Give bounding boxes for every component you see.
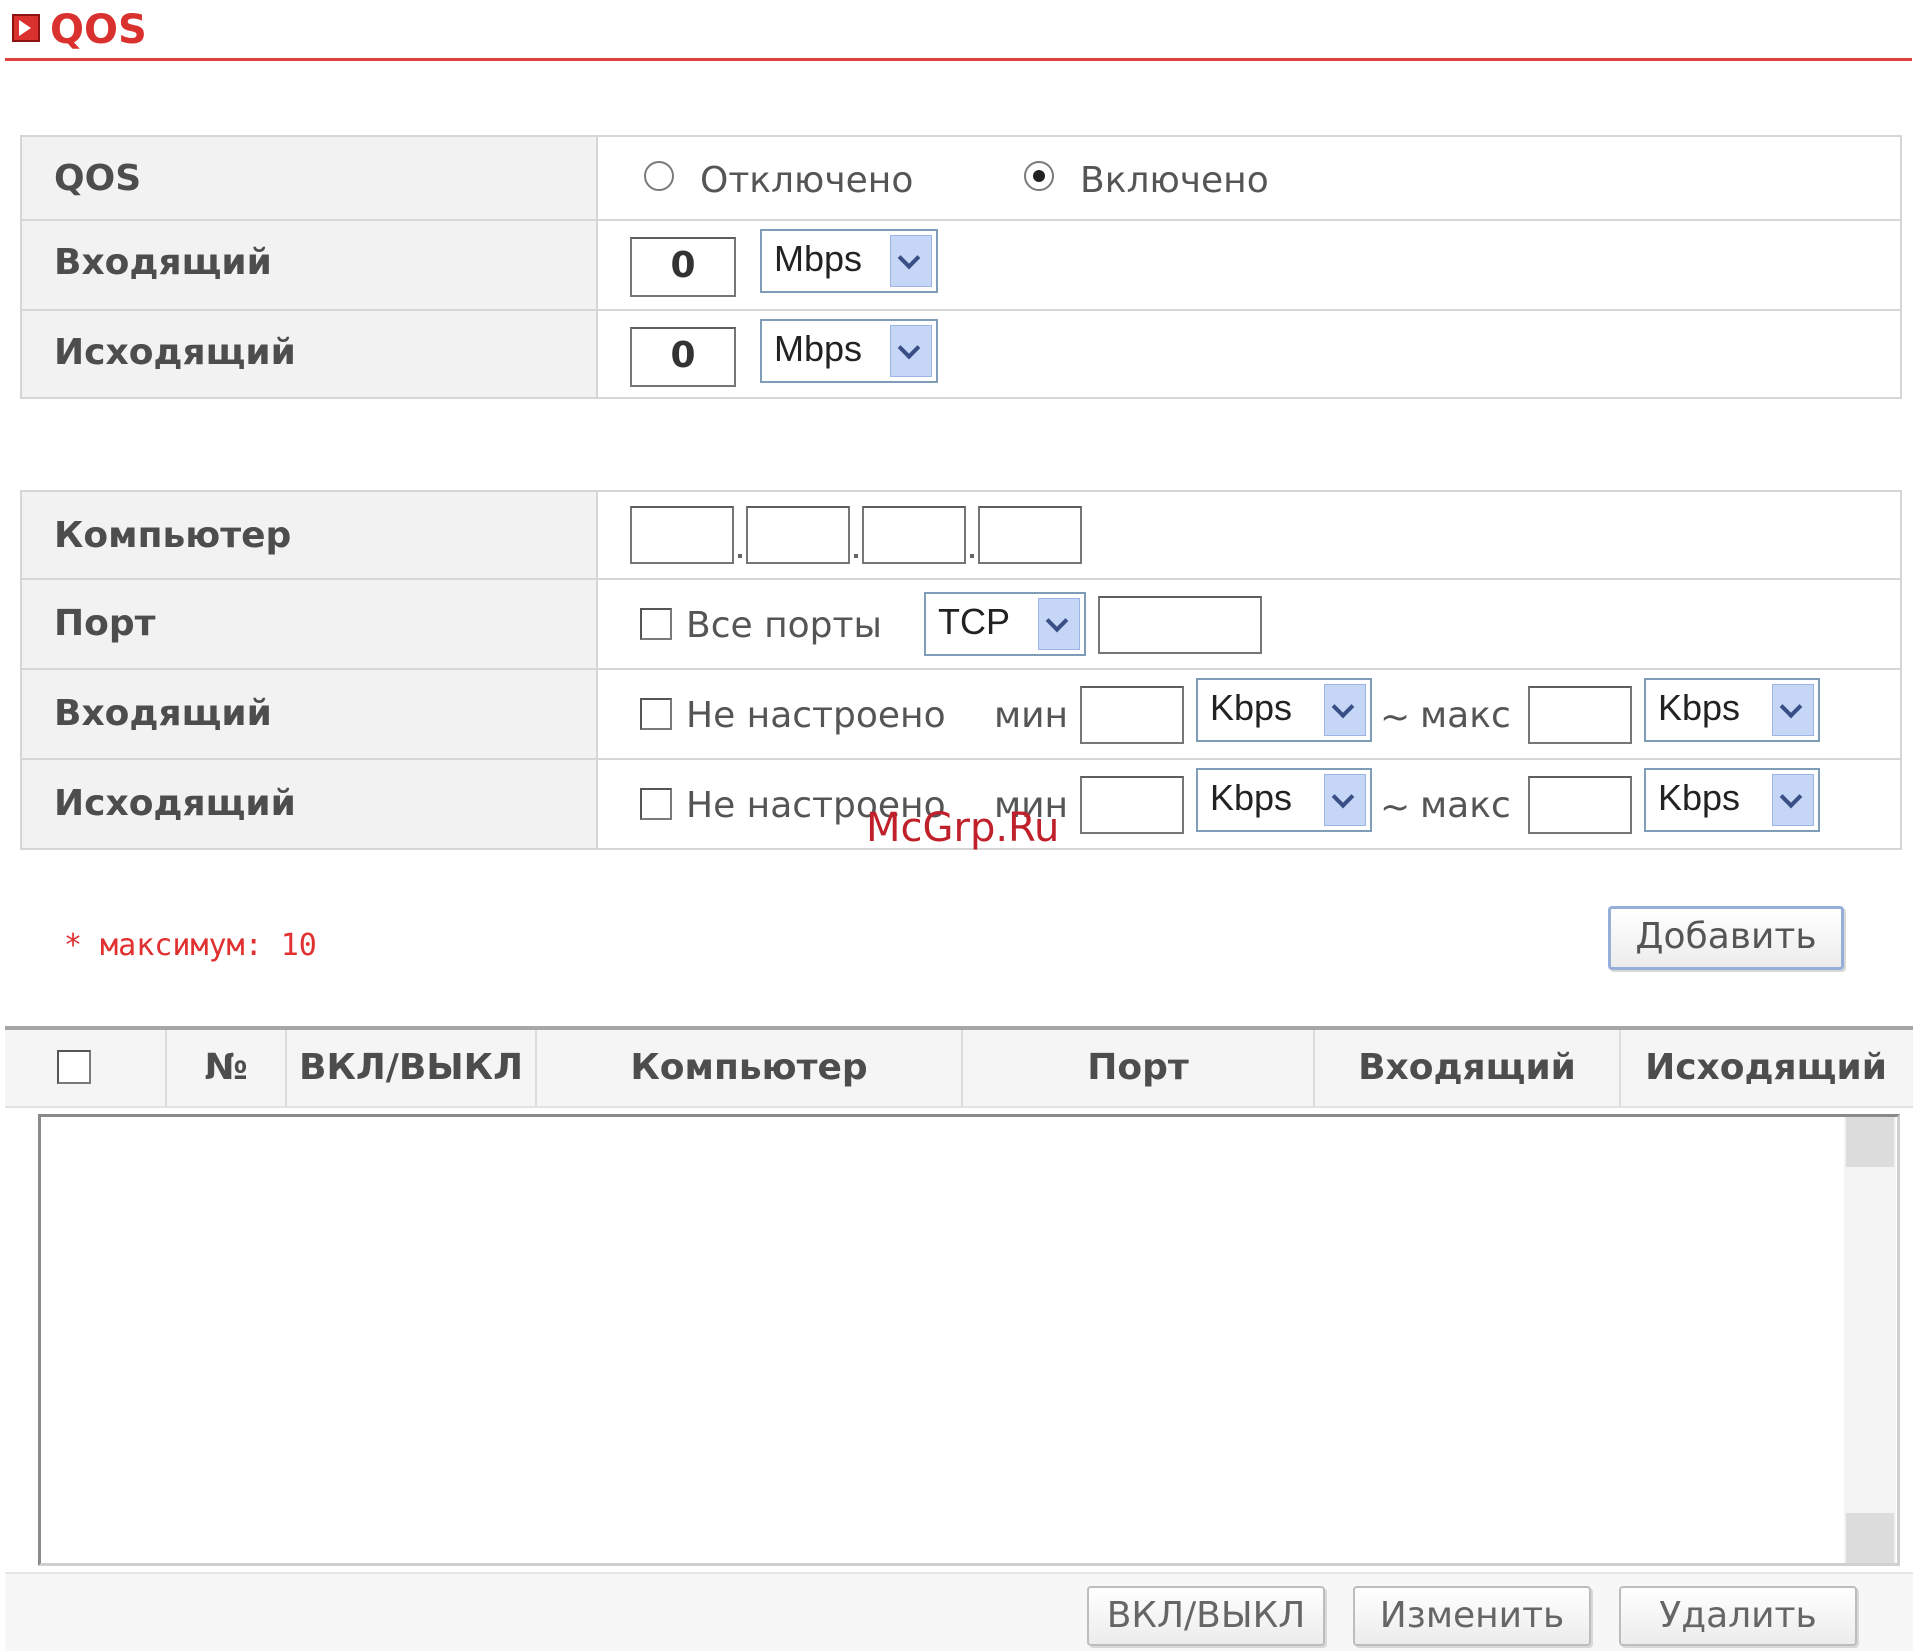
outgoing-min-unit-select[interactable]: Kbps	[1196, 768, 1372, 832]
delete-button[interactable]: Удалить	[1619, 1586, 1857, 1646]
protocol-value: TCP	[938, 601, 1010, 642]
computer-label: Компьютер	[54, 515, 292, 556]
qos-label: QOS	[54, 158, 142, 199]
rule-incoming-label: Входящий	[54, 693, 272, 734]
outgoing-bandwidth-input[interactable]: 0	[630, 327, 736, 387]
ip-octet-3-input[interactable]	[862, 506, 966, 564]
protocol-select[interactable]: TCP	[924, 592, 1086, 656]
incoming-min-label: мин	[994, 695, 1069, 736]
row-divider	[22, 219, 1900, 221]
edit-button[interactable]: Изменить	[1353, 1586, 1591, 1646]
qos-on-radio[interactable]	[1024, 161, 1054, 191]
col-computer: Компьютер	[630, 1047, 868, 1088]
scroll-up-button[interactable]	[1846, 1117, 1894, 1167]
row-divider	[22, 578, 1900, 580]
incoming-unit-value: Mbps	[774, 238, 863, 279]
ip-octet-4-input[interactable]	[978, 506, 1082, 564]
chevron-down-icon[interactable]	[1772, 684, 1814, 736]
watermark: McGrp.Ru	[866, 805, 1060, 851]
incoming-min-input[interactable]	[1080, 686, 1184, 744]
ip-octet-1-input[interactable]	[630, 506, 734, 564]
range-tilde: ~	[1380, 697, 1411, 738]
col-incoming: Входящий	[1358, 1047, 1576, 1088]
rules-list[interactable]	[38, 1114, 1900, 1566]
col-port: Порт	[1087, 1047, 1189, 1088]
all-ports-checkbox[interactable]	[640, 608, 672, 640]
select-all-checkbox[interactable]	[57, 1050, 91, 1084]
list-actions-bar: ВКЛ/ВЫКЛ Изменить Удалить	[5, 1572, 1913, 1651]
outgoing-min-unit-value: Kbps	[1210, 777, 1293, 818]
chevron-down-icon[interactable]	[1324, 774, 1366, 826]
incoming-max-unit-value: Kbps	[1658, 687, 1741, 728]
outgoing-max-input[interactable]	[1528, 776, 1632, 834]
incoming-max-input[interactable]	[1528, 686, 1632, 744]
incoming-unit-select[interactable]: Mbps	[760, 229, 938, 293]
ip-octet-2-input[interactable]	[746, 506, 850, 564]
max-rules-note: * максимум: 10	[64, 928, 317, 963]
incoming-min-unit-value: Kbps	[1210, 687, 1293, 728]
qos-general-panel: QOS Отключено Включено Входящий 0 Mbps И…	[20, 135, 1902, 399]
toggle-button[interactable]: ВКЛ/ВЫКЛ	[1087, 1586, 1325, 1646]
incoming-min-unit-select[interactable]: Kbps	[1196, 678, 1372, 742]
add-button[interactable]: Добавить	[1608, 906, 1844, 970]
qos-rule-panel: Компьютер Порт Все порты TCP Входящий Не…	[20, 490, 1902, 850]
ip-dot	[738, 554, 742, 558]
chevron-down-icon[interactable]	[1772, 774, 1814, 826]
row-divider	[22, 668, 1900, 670]
col-on-off: ВКЛ/ВЫКЛ	[299, 1047, 523, 1088]
qos-on-label: Включено	[1080, 160, 1269, 201]
incoming-not-set-checkbox[interactable]	[640, 698, 672, 730]
chevron-down-icon[interactable]	[1324, 684, 1366, 736]
ip-dot	[970, 554, 974, 558]
list-scrollbar[interactable]	[1844, 1117, 1896, 1563]
outgoing-max-label: макс	[1420, 785, 1511, 826]
outgoing-min-input[interactable]	[1080, 776, 1184, 834]
port-input[interactable]	[1098, 596, 1262, 654]
incoming-label: Входящий	[54, 242, 272, 283]
col-outgoing: Исходящий	[1645, 1047, 1887, 1088]
header-divider	[5, 58, 1912, 61]
range-tilde: ~	[1380, 787, 1411, 828]
chevron-down-icon[interactable]	[890, 325, 932, 377]
incoming-bandwidth-input[interactable]: 0	[630, 237, 736, 297]
incoming-not-set-label: Не настроено	[686, 695, 946, 736]
scroll-down-button[interactable]	[1846, 1513, 1894, 1563]
row-divider	[22, 309, 1900, 311]
qos-off-label: Отключено	[700, 160, 914, 201]
port-label: Порт	[54, 603, 156, 644]
list-header: № ВКЛ/ВЫКЛ Компьютер Порт Входящий Исход…	[5, 1030, 1913, 1108]
outgoing-not-set-checkbox[interactable]	[640, 788, 672, 820]
all-ports-label: Все порты	[686, 605, 882, 646]
outgoing-unit-select[interactable]: Mbps	[760, 319, 938, 383]
page-title: QOS	[50, 7, 147, 53]
chevron-down-icon[interactable]	[890, 235, 932, 287]
outgoing-unit-value: Mbps	[774, 328, 863, 369]
qos-off-radio[interactable]	[644, 161, 674, 191]
section-arrow-icon	[12, 14, 40, 42]
chevron-down-icon[interactable]	[1038, 598, 1080, 650]
col-number: №	[204, 1047, 248, 1088]
outgoing-label: Исходящий	[54, 332, 296, 373]
outgoing-max-unit-value: Kbps	[1658, 777, 1741, 818]
incoming-max-unit-select[interactable]: Kbps	[1644, 678, 1820, 742]
ip-dot	[854, 554, 858, 558]
incoming-max-label: макс	[1420, 695, 1511, 736]
row-divider	[22, 758, 1900, 760]
outgoing-max-unit-select[interactable]: Kbps	[1644, 768, 1820, 832]
rule-outgoing-label: Исходящий	[54, 783, 296, 824]
